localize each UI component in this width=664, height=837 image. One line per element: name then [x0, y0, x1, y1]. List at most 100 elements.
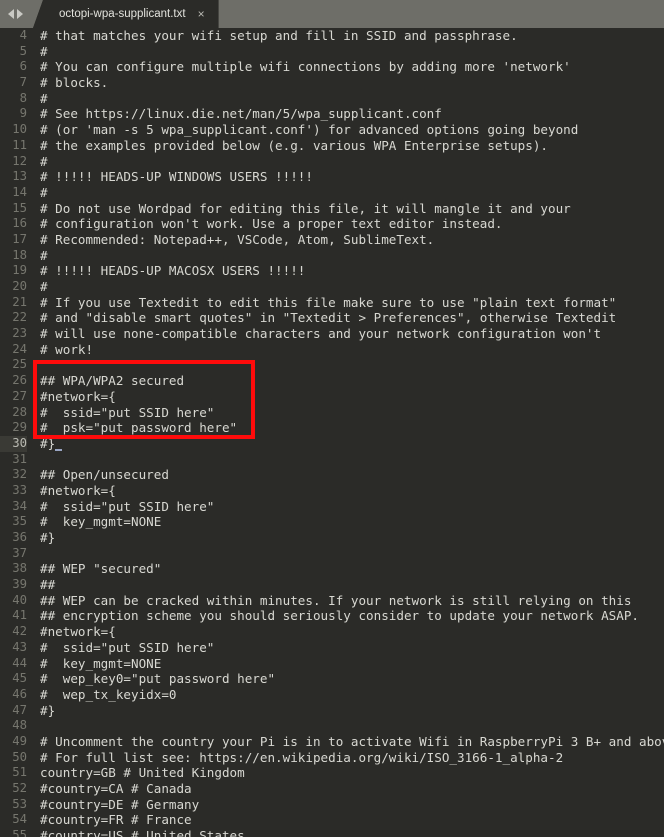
code-row[interactable]: 44 # key_mgmt=NONE: [0, 656, 664, 672]
code-row[interactable]: 21 # If you use Textedit to edit this fil…: [0, 295, 664, 311]
code-text[interactable]: #}: [40, 703, 55, 719]
code-row[interactable]: 7 # blocks.: [0, 75, 664, 91]
code-row[interactable]: 32 ## Open/unsecured: [0, 467, 664, 483]
code-text[interactable]: # See https://linux.die.net/man/5/wpa_su…: [40, 106, 442, 122]
code-row[interactable]: 33 #network={: [0, 483, 664, 499]
code-editor[interactable]: 4 # that matches your wifi setup and fill…: [0, 28, 664, 837]
code-row[interactable]: 15 # Do not use Wordpad for editing this …: [0, 201, 664, 217]
code-text[interactable]: country=GB # United Kingdom: [40, 765, 245, 781]
code-row[interactable]: 55 #country=US # United States: [0, 828, 664, 837]
code-row[interactable]: 26 ## WPA/WPA2 secured: [0, 373, 664, 389]
code-row[interactable]: 46 # wep_tx_keyidx=0: [0, 687, 664, 703]
code-row[interactable]: 35 # key_mgmt=NONE: [0, 514, 664, 530]
triangle-right-icon[interactable]: [17, 9, 23, 19]
code-text[interactable]: # Recommended: Notepad++, VSCode, Atom, …: [40, 232, 434, 248]
code-text[interactable]: # configuration won't work. Use a proper…: [40, 216, 503, 232]
code-row[interactable]: 41 ## encryption scheme you should seriou…: [0, 608, 664, 624]
code-row[interactable]: 14 #: [0, 185, 664, 201]
code-row[interactable]: 24 # work!: [0, 342, 664, 358]
code-text[interactable]: # and "disable smart quotes" in "Textedi…: [40, 310, 616, 326]
code-text[interactable]: # psk="put password here": [40, 420, 237, 436]
code-text[interactable]: #: [40, 279, 48, 295]
code-row[interactable]: 28 # ssid="put SSID here": [0, 405, 664, 421]
code-row[interactable]: 6 # You can configure multiple wifi conne…: [0, 59, 664, 75]
code-text[interactable]: #country=DE # Germany: [40, 797, 199, 813]
code-text[interactable]: # (or 'man -s 5 wpa_supplicant.conf') fo…: [40, 122, 578, 138]
code-row[interactable]: 10 # (or 'man -s 5 wpa_supplicant.conf') …: [0, 122, 664, 138]
code-row[interactable]: 18 #: [0, 248, 664, 264]
code-text[interactable]: #network={: [40, 389, 116, 405]
code-text[interactable]: # wep_tx_keyidx=0: [40, 687, 176, 703]
code-text[interactable]: # that matches your wifi setup and fill …: [40, 28, 518, 44]
code-row[interactable]: 48: [0, 718, 664, 734]
code-row[interactable]: 31: [0, 452, 664, 468]
code-row[interactable]: 8 #: [0, 91, 664, 107]
code-row[interactable]: 23 # will use none-compatible characters …: [0, 326, 664, 342]
code-text[interactable]: # You can configure multiple wifi connec…: [40, 59, 571, 75]
close-icon[interactable]: ×: [198, 8, 205, 20]
code-row[interactable]: 47 #}: [0, 703, 664, 719]
code-row[interactable]: 50 # For full list see: https://en.wikipe…: [0, 750, 664, 766]
code-row[interactable]: 11 # the examples provided below (e.g. va…: [0, 138, 664, 154]
code-text[interactable]: #network={: [40, 624, 116, 640]
code-row[interactable]: 16 # configuration won't work. Use a prop…: [0, 216, 664, 232]
code-row[interactable]: 53 #country=DE # Germany: [0, 797, 664, 813]
code-text[interactable]: ## WPA/WPA2 secured: [40, 373, 184, 389]
code-text[interactable]: ##: [40, 577, 55, 593]
code-row[interactable]: 30 #}: [0, 435, 664, 452]
code-text[interactable]: #: [40, 44, 48, 60]
code-row[interactable]: 22 # and "disable smart quotes" in "Texte…: [0, 310, 664, 326]
code-row[interactable]: 13 # !!!!! HEADS-UP WINDOWS USERS !!!!!: [0, 169, 664, 185]
editor-tab-octopi-wpa-supplicant[interactable]: octopi-wpa-supplicant.txt ×: [33, 0, 219, 28]
code-text[interactable]: ## encryption scheme you should seriousl…: [40, 608, 639, 624]
code-text[interactable]: # For full list see: https://en.wikipedi…: [40, 750, 563, 766]
code-row[interactable]: 38 ## WEP "secured": [0, 561, 664, 577]
code-row[interactable]: 52 #country=CA # Canada: [0, 781, 664, 797]
code-text[interactable]: # !!!!! HEADS-UP WINDOWS USERS !!!!!: [40, 169, 313, 185]
code-text[interactable]: ## Open/unsecured: [40, 467, 169, 483]
code-row[interactable]: 29 # psk="put password here": [0, 420, 664, 436]
code-text[interactable]: ## WEP "secured": [40, 561, 161, 577]
code-row[interactable]: 51 country=GB # United Kingdom: [0, 765, 664, 781]
code-row[interactable]: 39 ##: [0, 577, 664, 593]
code-row[interactable]: 25: [0, 357, 664, 373]
code-row[interactable]: 37: [0, 546, 664, 562]
code-text[interactable]: # key_mgmt=NONE: [40, 656, 161, 672]
code-text[interactable]: # blocks.: [40, 75, 108, 91]
code-text[interactable]: # wep_key0="put password here": [40, 671, 275, 687]
code-row[interactable]: 12 #: [0, 154, 664, 170]
code-text[interactable]: #: [40, 185, 48, 201]
code-row[interactable]: 34 # ssid="put SSID here": [0, 499, 664, 515]
code-row[interactable]: 36 #}: [0, 530, 664, 546]
code-lines[interactable]: 4 # that matches your wifi setup and fill…: [0, 28, 664, 837]
code-row[interactable]: 43 # ssid="put SSID here": [0, 640, 664, 656]
code-row[interactable]: 9 # See https://linux.die.net/man/5/wpa_s…: [0, 106, 664, 122]
code-text[interactable]: ## WEP can be cracked within minutes. If…: [40, 593, 631, 609]
code-row[interactable]: 49 # Uncomment the country your Pi is in …: [0, 734, 664, 750]
code-row[interactable]: 40 ## WEP can be cracked within minutes. …: [0, 593, 664, 609]
code-row[interactable]: 42 #network={: [0, 624, 664, 640]
code-text[interactable]: #country=CA # Canada: [40, 781, 192, 797]
code-text[interactable]: #country=FR # France: [40, 812, 192, 828]
code-row[interactable]: 27 #network={: [0, 389, 664, 405]
code-text[interactable]: # will use none-compatible characters an…: [40, 326, 601, 342]
code-text[interactable]: # the examples provided below (e.g. vari…: [40, 138, 548, 154]
code-row[interactable]: 17 # Recommended: Notepad++, VSCode, Atom…: [0, 232, 664, 248]
code-text[interactable]: # ssid="put SSID here": [40, 405, 214, 421]
code-text[interactable]: # work!: [40, 342, 93, 358]
triangle-left-icon[interactable]: [8, 9, 14, 19]
code-text[interactable]: #: [40, 91, 48, 107]
code-text[interactable]: #country=US # United States: [40, 828, 245, 837]
code-text[interactable]: # key_mgmt=NONE: [40, 514, 161, 530]
code-row[interactable]: 45 # wep_key0="put password here": [0, 671, 664, 687]
code-row[interactable]: 19 # !!!!! HEADS-UP MACOSX USERS !!!!!: [0, 263, 664, 279]
tab-navigation-arrows[interactable]: [8, 0, 23, 28]
code-text[interactable]: # Uncomment the country your Pi is in to…: [40, 734, 664, 750]
code-row[interactable]: 4 # that matches your wifi setup and fill…: [0, 28, 664, 44]
code-text[interactable]: # ssid="put SSID here": [40, 640, 214, 656]
code-text[interactable]: #: [40, 248, 48, 264]
code-text[interactable]: # If you use Textedit to edit this file …: [40, 295, 616, 311]
code-row[interactable]: 20 #: [0, 279, 664, 295]
code-text[interactable]: # Do not use Wordpad for editing this fi…: [40, 201, 571, 217]
code-text[interactable]: #network={: [40, 483, 116, 499]
